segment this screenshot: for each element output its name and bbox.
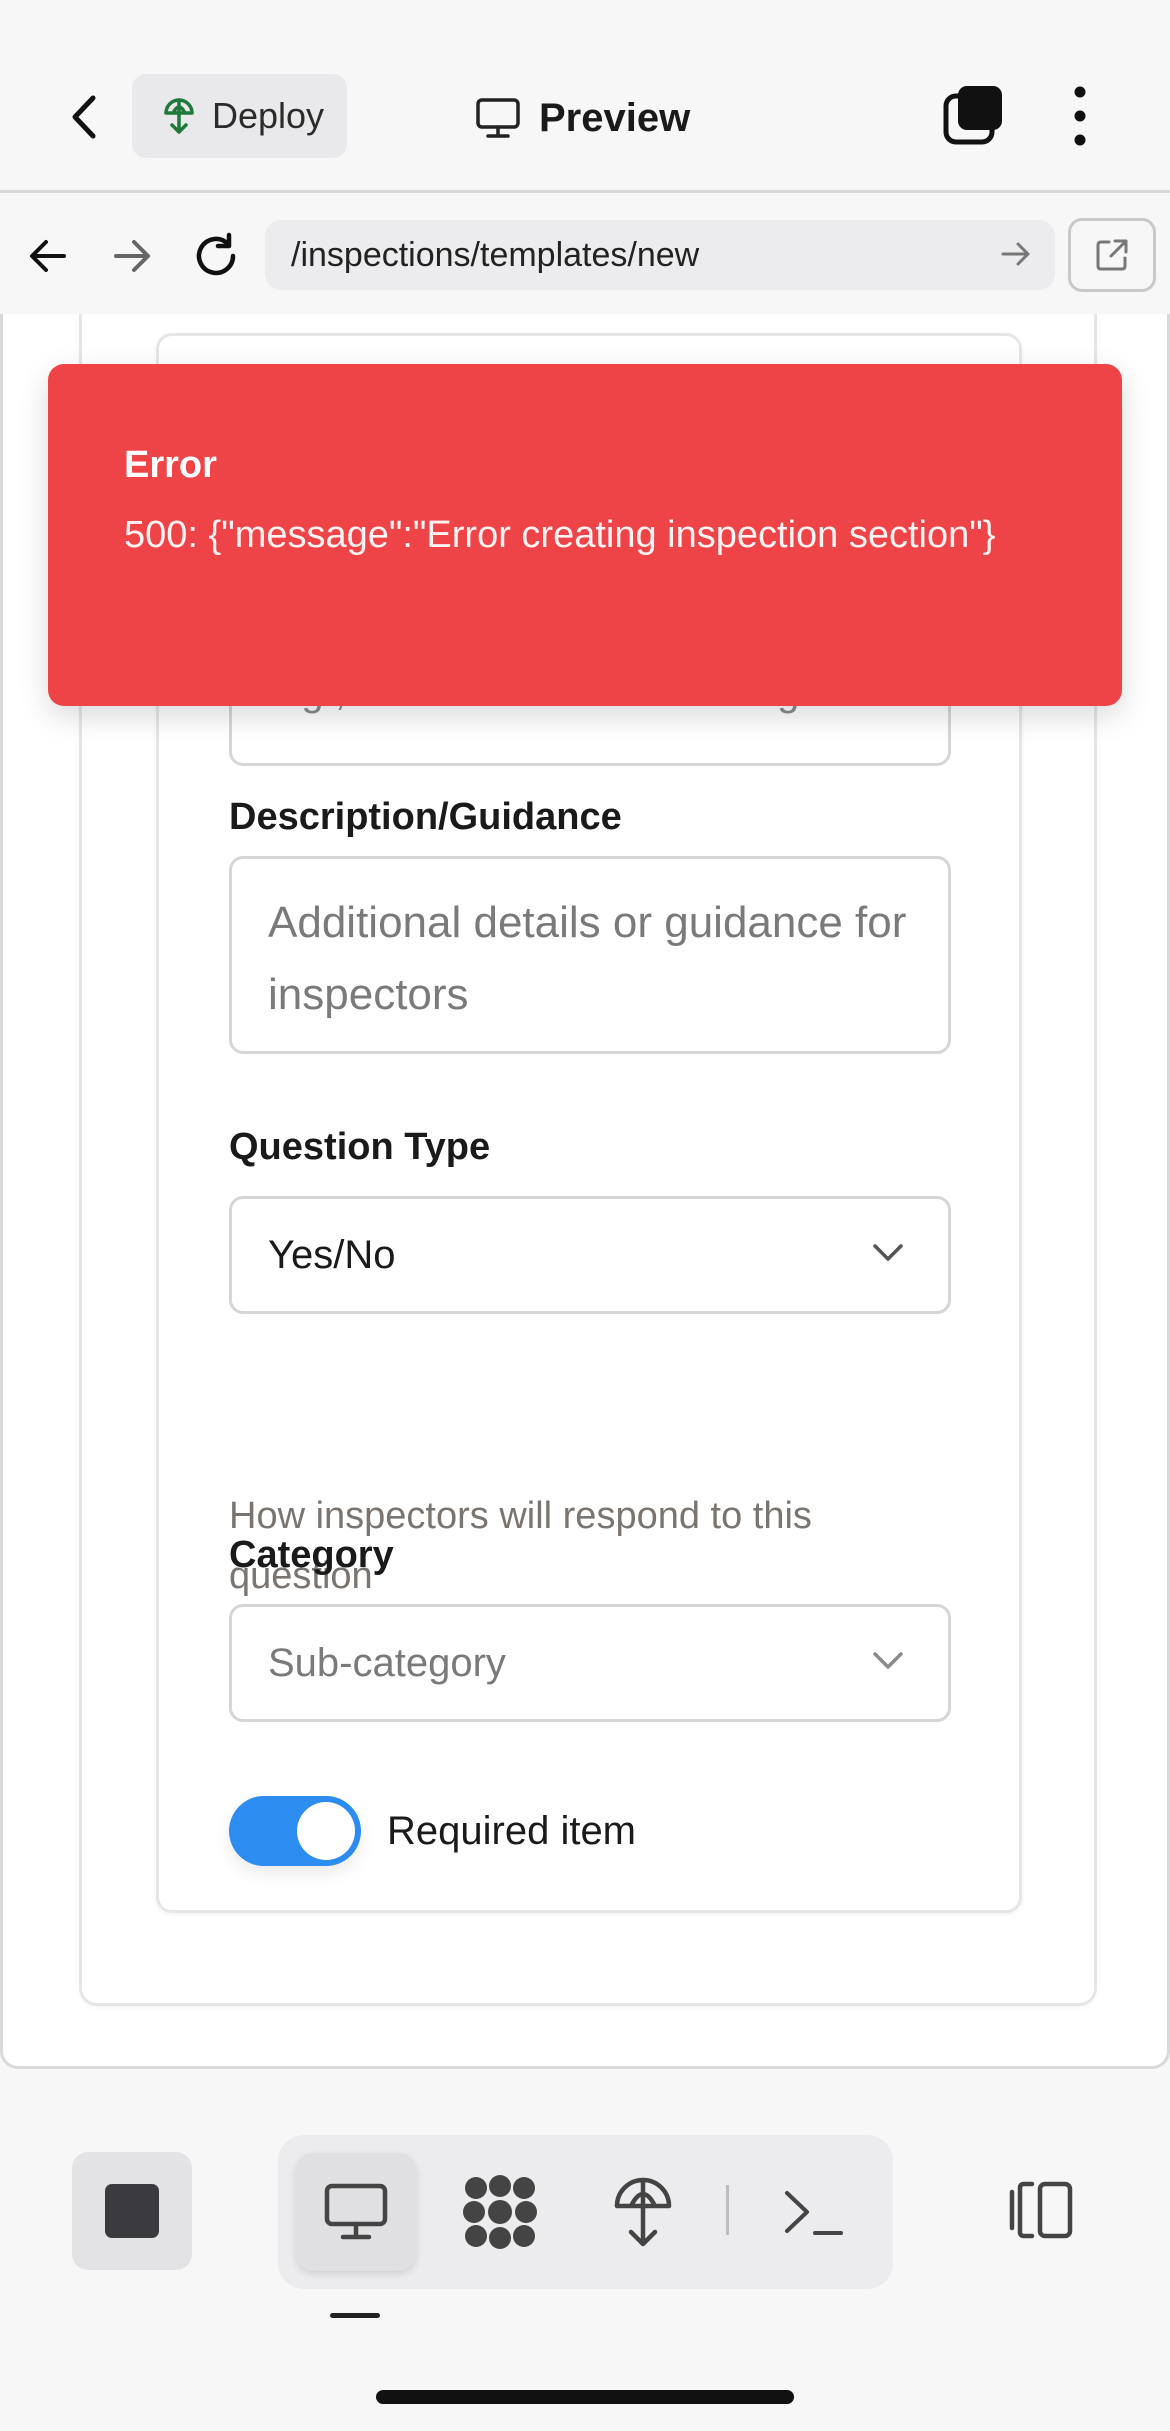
required-item-label: Required item <box>387 1808 637 1853</box>
question-type-value: Yes/No <box>268 1232 396 1277</box>
required-item-row: Required item <box>229 1796 636 1866</box>
arrow-right-icon <box>114 240 150 272</box>
reload-icon <box>196 232 236 276</box>
toggle-knob <box>297 1802 355 1860</box>
go-arrow-icon[interactable] <box>999 237 1033 271</box>
deploy-button[interactable]: Deploy <box>132 74 347 158</box>
category-select[interactable]: Sub-category <box>229 1604 951 1722</box>
active-tab-indicator <box>330 2313 380 2318</box>
error-toast[interactable]: Error 500: {"message":"Error creating in… <box>48 364 1122 706</box>
terminal-icon <box>785 2191 843 2235</box>
toast-title: Error <box>124 444 217 486</box>
deploy-icon <box>614 2177 672 2247</box>
description-textarea[interactable]: Additional details or guidance for inspe… <box>229 856 951 1054</box>
category-placeholder: Sub-category <box>268 1640 506 1685</box>
category-label: Category <box>229 1534 394 1576</box>
console-tab[interactable] <box>753 2153 873 2271</box>
question-type-select[interactable]: Yes/No <box>229 1196 951 1314</box>
description-placeholder: Additional details or guidance for inspe… <box>268 898 907 1019</box>
description-label: Description/Guidance <box>229 796 622 838</box>
question-text-input[interactable]: e.g., Check that the fire extinguisher i… <box>229 696 951 766</box>
browser-back-button[interactable] <box>18 226 78 286</box>
url-input[interactable]: /inspections/templates/new <box>265 220 1055 290</box>
apps-icon <box>463 2175 537 2249</box>
tabs-icon[interactable] <box>942 84 1006 148</box>
reload-button[interactable] <box>186 226 246 286</box>
url-text: /inspections/templates/new <box>291 235 700 274</box>
browser-bar: /inspections/templates/new <box>0 196 1170 314</box>
preview-title: Preview <box>475 88 690 148</box>
deploy-label: Deploy <box>212 95 325 136</box>
stop-icon <box>105 2184 159 2238</box>
deploy-tab[interactable] <box>583 2153 703 2271</box>
bottom-dock <box>0 2090 1170 2431</box>
view-switcher <box>278 2135 893 2289</box>
home-indicator <box>376 2390 794 2404</box>
required-toggle[interactable] <box>229 1796 361 1866</box>
question-type-label: Question Type <box>229 1126 491 1168</box>
toast-message: 500: {"message":"Error creating inspecti… <box>124 514 996 556</box>
switcher-divider <box>726 2185 729 2235</box>
chevron-down-icon <box>873 1652 903 1669</box>
chevron-left-icon <box>72 95 96 139</box>
apps-tab[interactable] <box>440 2153 560 2271</box>
back-button[interactable] <box>50 82 120 152</box>
deploy-icon <box>164 98 194 134</box>
external-link-icon <box>1096 239 1128 271</box>
top-bar: Deploy Preview <box>0 0 1170 193</box>
more-menu-icon[interactable] <box>1060 84 1100 148</box>
monitor-icon <box>476 98 520 138</box>
browser-forward-button[interactable] <box>102 226 162 286</box>
preview-label: Preview <box>539 95 691 140</box>
panel-layout-icon <box>1009 2181 1073 2239</box>
stop-button[interactable] <box>72 2152 192 2270</box>
arrow-left-icon <box>30 240 66 272</box>
open-external-button[interactable] <box>1068 218 1156 292</box>
monitor-icon <box>324 2183 388 2240</box>
chevron-down-icon <box>873 1244 903 1261</box>
panel-toggle-button[interactable] <box>1000 2170 1080 2250</box>
preview-tab[interactable] <box>296 2153 416 2271</box>
